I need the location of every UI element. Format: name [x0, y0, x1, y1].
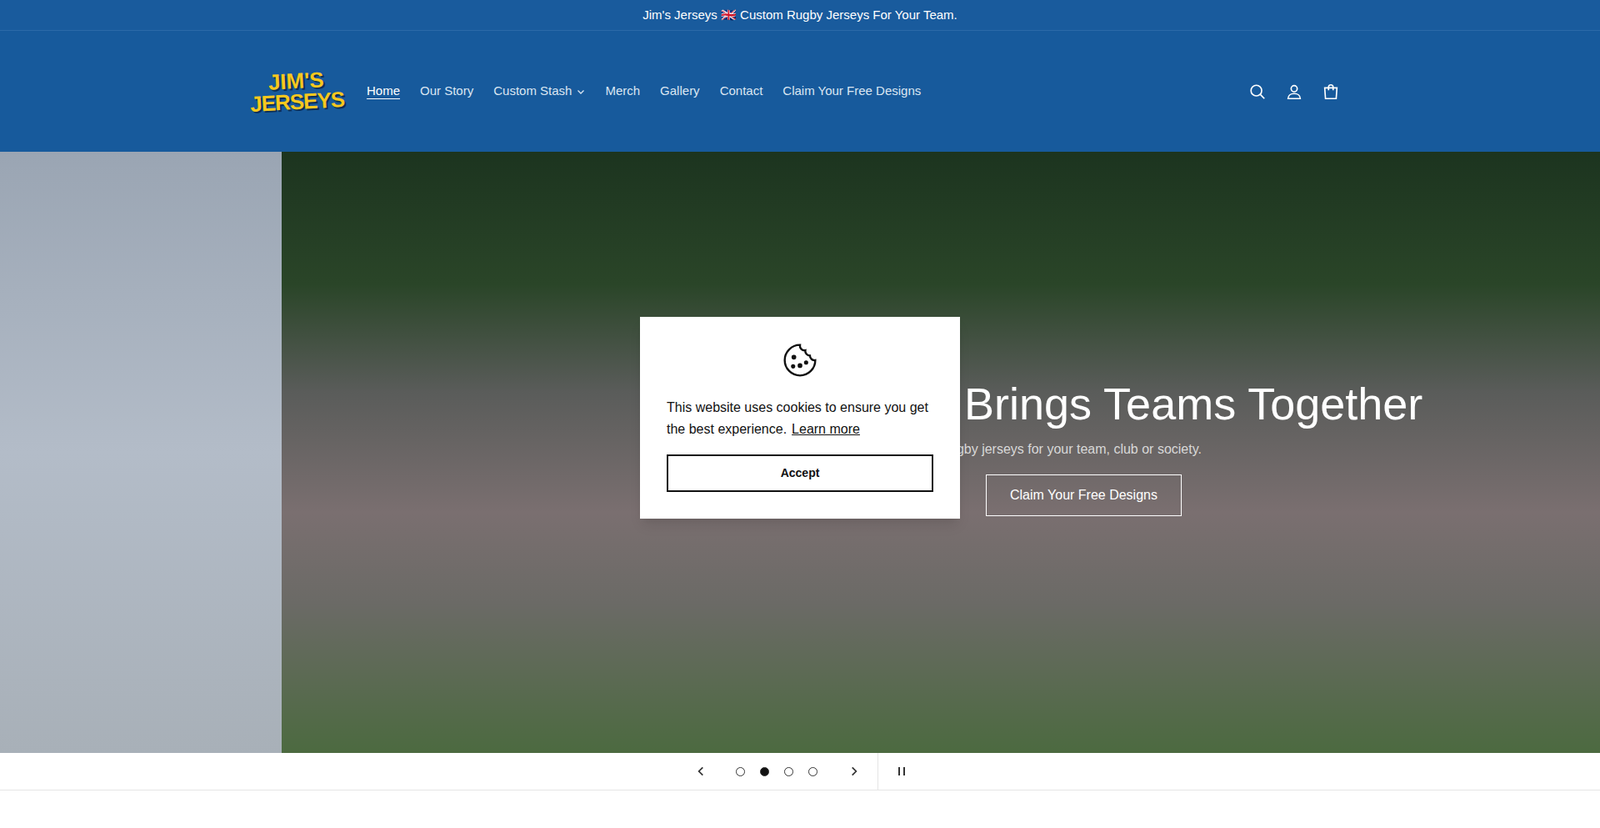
main-nav: Home Our Story Custom Stash Merch Gallery Con… — [366, 81, 921, 101]
nav-item[interactable]: Merch — [605, 81, 640, 101]
cookie-banner: This website uses cookies to ensure you … — [640, 316, 960, 519]
header: JIM'SJERSEYS Home Our Story Custom Stash Me… — [0, 30, 1600, 152]
previous-arrow-icon[interactable] — [695, 765, 707, 777]
cookie-icon — [781, 341, 819, 379]
cookie-message: This website uses cookies to ensure you … — [666, 396, 934, 441]
next-arrow-icon[interactable] — [848, 765, 860, 777]
logo-text[interactable]: JIM'S — [267, 69, 325, 93]
nav-item[interactable]: Our Story — [420, 81, 474, 101]
hero-content: t Brings Teams Together ugby jerseys for… — [939, 376, 1423, 516]
slide-dot[interactable] — [808, 766, 818, 776]
hero-subheading: ugby jerseys for your team, club or soci… — [949, 439, 1202, 460]
slide-dot[interactable] — [784, 766, 794, 776]
nav-item[interactable]: Custom Stash — [493, 81, 585, 101]
cart-icon[interactable] — [1321, 82, 1340, 101]
account-icon[interactable] — [1285, 82, 1304, 101]
previous-slide-strip — [0, 151, 282, 753]
announcement-bar: Jim's Jerseys 🇬🇧 Custom Rugby Jerseys Fo… — [0, 0, 1600, 31]
nav-item[interactable]: Contact — [720, 81, 764, 101]
search-icon[interactable] — [1248, 82, 1267, 101]
learn-more-link[interactable]: Learn more — [791, 421, 860, 436]
logo[interactable]: JIM'SJERSEYS — [259, 69, 335, 115]
slide-dot[interactable] — [735, 766, 745, 776]
nav-item[interactable]: Gallery — [660, 81, 700, 101]
accept-button[interactable]: Accept — [666, 454, 934, 492]
slide-dot[interactable] — [760, 766, 770, 776]
hero-slideshow: t Brings Teams Together ugby jerseys for… — [0, 151, 1600, 753]
nav-item[interactable]: Home — [366, 81, 400, 101]
slideshow-controls — [0, 752, 1600, 790]
hero-heading: t Brings Teams Together — [939, 376, 1423, 431]
hero-cta-button[interactable]: Claim Your Free Designs — [985, 474, 1182, 516]
nav-item[interactable]: Claim Your Free Designs — [782, 81, 921, 101]
chevron-down-icon[interactable] — [576, 87, 585, 96]
logo-text[interactable]: JERSEYS — [250, 89, 345, 115]
pause-icon[interactable] — [896, 765, 907, 776]
